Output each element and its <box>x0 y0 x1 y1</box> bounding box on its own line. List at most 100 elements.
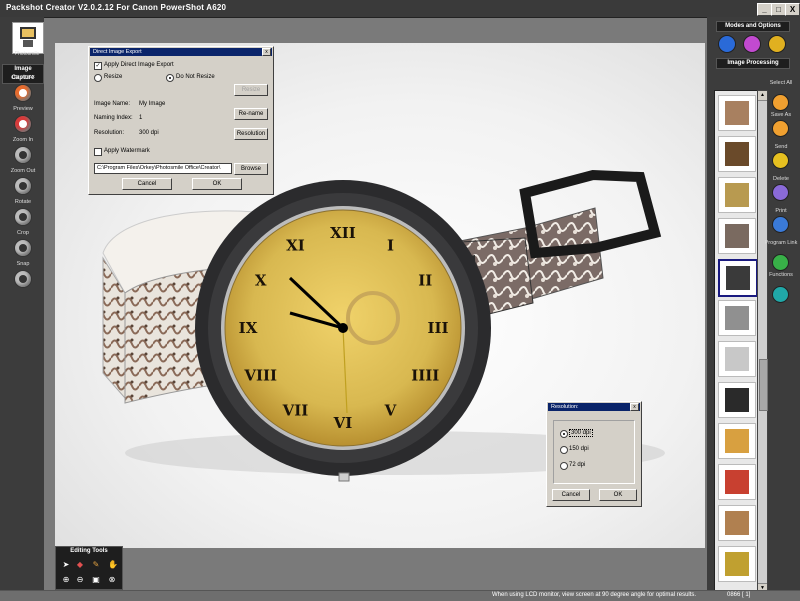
action-label: Select All <box>769 80 793 86</box>
thumb-box[interactable] <box>718 423 756 459</box>
thumb-figurine-image <box>725 306 749 330</box>
power-icon[interactable] <box>14 84 32 102</box>
thumbnail-strip[interactable] <box>714 90 758 594</box>
thumb-watch[interactable] <box>718 259 758 297</box>
pointer-tool-icon[interactable]: ➤ <box>62 561 70 569</box>
maximize-button[interactable]: □ <box>771 3 786 16</box>
pen-tool-icon[interactable]: ✎ <box>92 561 100 569</box>
dial-numeral: V <box>384 401 397 419</box>
export-cancel-button[interactable]: Cancel <box>122 178 172 190</box>
scroll-up-arrow-icon[interactable]: ▲ <box>758 91 767 101</box>
action-label: Save As <box>770 112 792 118</box>
close-button[interactable]: X <box>785 3 800 16</box>
resolution-option-72[interactable]: 72 dpi <box>569 462 585 468</box>
tool-label: Preview <box>13 106 33 112</box>
resolution-cancel-button[interactable]: Cancel <box>552 489 590 501</box>
resolution-option-300[interactable]: 300 dpi <box>569 429 593 437</box>
thumb-cufflinks-image <box>725 347 749 371</box>
resolution-dialog: Resolution: x 300 dpi 150 dpi 72 dpi Can… <box>546 401 642 507</box>
resolution-option-72-radio[interactable] <box>560 462 568 470</box>
resolution-option-150[interactable]: 150 dpi <box>569 446 589 452</box>
naming-index-label: Naming Index: <box>94 115 133 121</box>
thumb-sunglasses[interactable] <box>718 382 756 418</box>
zoom-out-tool-icon[interactable]: ⊖ <box>76 576 84 584</box>
resolution-option-150-radio[interactable] <box>560 446 568 454</box>
tool-label: Crop <box>17 230 29 236</box>
thumb-jars-image <box>725 183 749 207</box>
export-ok-button[interactable]: OK <box>192 178 242 190</box>
thumbnail-scrollbar[interactable]: ▲ ▼ <box>757 90 768 594</box>
photosmile-logo <box>12 22 44 54</box>
status-bar: When using LCD monitor, view screen at 9… <box>0 590 800 601</box>
dial-numeral: III <box>427 319 448 337</box>
zoom-in-tool-icon[interactable]: ⊕ <box>62 576 70 584</box>
no-resize-label: Do Not Resize <box>176 74 215 80</box>
mode-camera-icon[interactable] <box>743 35 761 53</box>
print-icon[interactable] <box>772 216 789 233</box>
functions-icon[interactable] <box>772 286 789 303</box>
modes-options-header: Modes and Options <box>716 21 790 32</box>
thumb-cufflinks[interactable] <box>718 341 756 377</box>
rename-button[interactable]: Re-name <box>234 108 268 120</box>
resolution-ok-button[interactable]: OK <box>599 489 637 501</box>
dial-numeral: IX <box>239 319 258 337</box>
zoom-in-icon[interactable] <box>14 146 32 164</box>
color-tool-icon[interactable]: ◆ <box>76 561 84 569</box>
zoom-in-icon-glyph <box>19 151 27 159</box>
hand-tool-icon[interactable]: ✋ <box>108 561 118 569</box>
send-icon[interactable] <box>772 152 789 169</box>
resize-radio[interactable] <box>94 74 102 82</box>
resize-label: Resize <box>104 74 123 80</box>
reset-tool-icon[interactable]: ⊗ <box>108 576 116 584</box>
mode-person-icon[interactable] <box>718 35 736 53</box>
thumb-jar-image <box>725 142 749 166</box>
action-label: Print <box>775 208 787 214</box>
dialog-title: Direct Image Export <box>90 48 272 56</box>
snap-icon[interactable] <box>14 270 32 288</box>
thumb-figurine[interactable] <box>718 300 756 336</box>
thumb-hands[interactable] <box>718 95 756 131</box>
thumb-bottle[interactable] <box>718 218 756 254</box>
scroll-thumb[interactable] <box>759 359 768 411</box>
thumb-pack[interactable] <box>718 464 756 500</box>
preview-icon[interactable] <box>14 115 32 133</box>
apply-export-checkbox[interactable]: ✓ <box>94 62 102 70</box>
resolution-option-300-radio[interactable] <box>560 430 568 438</box>
crop-icon[interactable] <box>14 239 32 257</box>
select-all-icon[interactable] <box>772 94 789 111</box>
info-icon[interactable] <box>768 35 786 53</box>
action-label: Functions <box>769 272 793 278</box>
zoom-out-icon[interactable] <box>14 177 32 195</box>
resolution-button[interactable]: Resolution <box>234 128 268 140</box>
thumb-perfume-box[interactable] <box>718 505 756 541</box>
browse-button[interactable]: Browse <box>234 163 268 175</box>
editing-tools-header: Editing Tools <box>70 548 108 554</box>
rotate-icon[interactable] <box>14 208 32 226</box>
apply-watermark-checkbox[interactable] <box>94 148 102 156</box>
dial-numeral: VII <box>282 401 309 419</box>
thumb-jar[interactable] <box>718 136 756 172</box>
window-title: Packshot Creator V2.0.2.12 For Canon Pow… <box>6 3 227 12</box>
program-link-icon[interactable] <box>772 254 789 271</box>
dialog-close-button[interactable]: x <box>262 48 271 56</box>
apply-export-label: Apply Direct Image Export <box>104 62 174 68</box>
thumb-perfume[interactable] <box>718 546 756 582</box>
thumb-sunglasses-image <box>725 388 749 412</box>
action-label: Delete <box>773 176 789 182</box>
save-as-icon[interactable] <box>772 120 789 137</box>
image-name-value: My Image <box>139 101 166 107</box>
left-panel <box>0 17 44 600</box>
action-label: Send <box>774 144 788 150</box>
snap-icon-glyph <box>19 275 27 283</box>
no-resize-radio[interactable] <box>166 74 174 82</box>
delete-icon[interactable] <box>772 184 789 201</box>
fit-tool-icon[interactable]: ▣ <box>92 576 100 584</box>
apply-watermark-label: Apply Watermark <box>104 148 150 154</box>
resolution-close-button[interactable]: x <box>630 403 639 411</box>
export-path-field[interactable]: C:\Program Files\Orkey\Photosmile Office… <box>94 163 232 174</box>
minimize-button[interactable]: _ <box>757 3 772 16</box>
thumb-jars[interactable] <box>718 177 756 213</box>
editing-tools-panel: Editing Tools ➤ ◆ ✎ ✋ ⊕ ⊖ ▣ ⊗ <box>55 546 123 590</box>
resolution-value: 300 dpi <box>139 130 159 136</box>
resize-button[interactable]: Resize <box>234 84 268 96</box>
